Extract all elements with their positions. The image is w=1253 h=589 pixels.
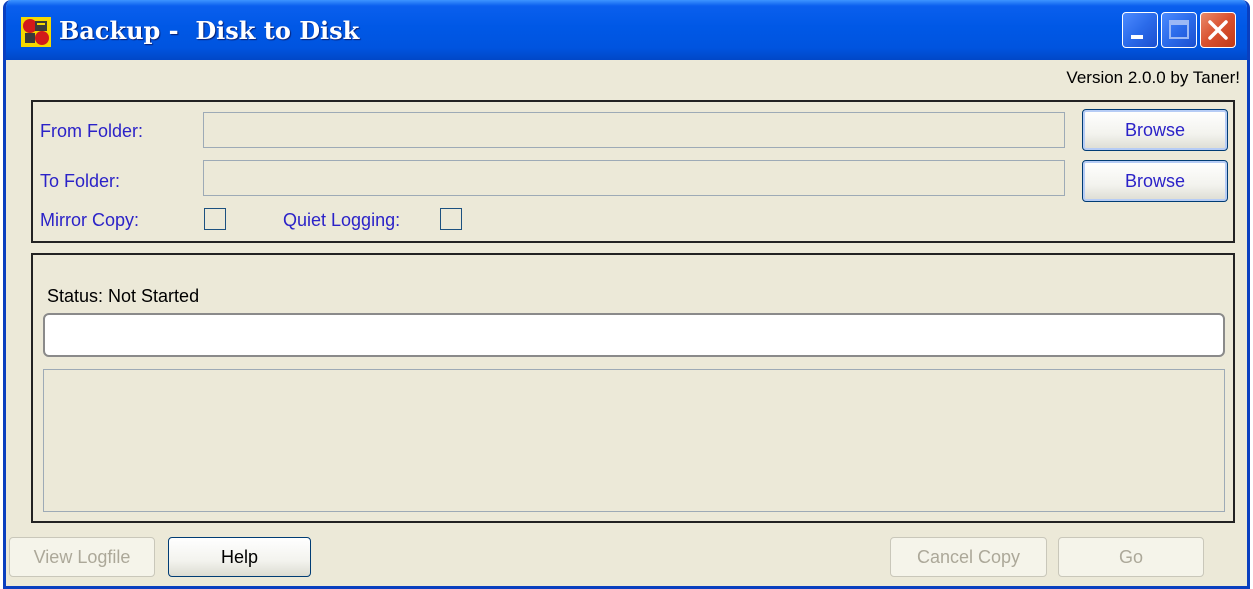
maximize-icon [1169, 20, 1189, 39]
folder-settings-group: From Folder: Browse To Folder: Browse Mi… [31, 100, 1235, 243]
app-icon [21, 17, 51, 47]
backup-window: Backup - Disk to Disk Version 2.0.0 by T… [3, 0, 1250, 589]
mirror-copy-checkbox[interactable] [204, 208, 226, 230]
quiet-logging-label: Quiet Logging: [283, 210, 401, 230]
to-folder-browse-button[interactable]: Browse [1082, 160, 1228, 202]
status-label: Status: Not Started [47, 286, 200, 306]
from-folder-browse-button[interactable]: Browse [1082, 109, 1228, 151]
maximize-button[interactable] [1161, 12, 1197, 48]
minimize-button[interactable] [1122, 12, 1158, 48]
view-logfile-button[interactable]: View Logfile [9, 537, 155, 577]
quiet-logging-checkbox[interactable] [440, 208, 462, 230]
to-folder-field[interactable] [203, 160, 1065, 196]
from-folder-field[interactable] [203, 112, 1065, 148]
help-button[interactable]: Help [168, 537, 311, 577]
from-folder-label: From Folder: [40, 121, 144, 141]
progress-bar [43, 313, 1225, 357]
cancel-copy-button[interactable]: Cancel Copy [890, 537, 1047, 577]
mirror-copy-label: Mirror Copy: [40, 210, 140, 230]
log-output-area[interactable] [43, 369, 1225, 512]
minimize-icon [1131, 35, 1143, 39]
window-title: Backup - Disk to Disk [59, 16, 360, 45]
go-button[interactable]: Go [1058, 537, 1204, 577]
version-label: Version 2.0.0 by Taner! [1066, 68, 1240, 87]
status-group: Status: Not Started [31, 253, 1235, 523]
title-bar[interactable]: Backup - Disk to Disk [6, 0, 1247, 60]
close-button[interactable] [1200, 12, 1236, 48]
close-icon [1208, 20, 1228, 40]
to-folder-label: To Folder: [40, 171, 121, 191]
